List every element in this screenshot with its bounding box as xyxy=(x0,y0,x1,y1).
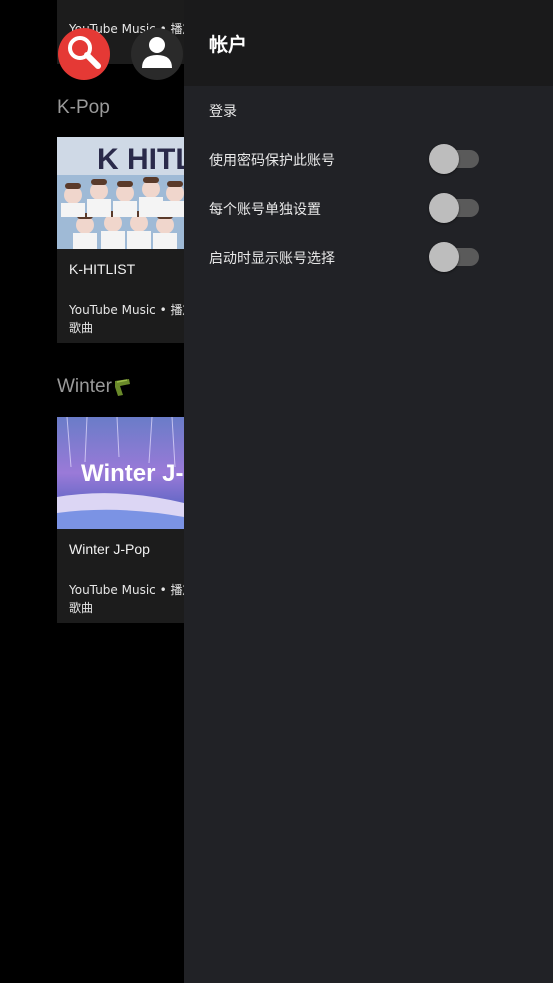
show-account-picker-label: 启动时显示账号选择 xyxy=(209,251,335,267)
card-subtitle: YouTube Music • 播放列 xyxy=(69,303,184,317)
toggle-knob xyxy=(429,193,459,223)
content-behind-drawer: YouTube Music • 播放列 K-Pop K HITL xyxy=(0,0,184,983)
per-account-settings-toggle[interactable] xyxy=(429,191,481,223)
show-account-picker-toggle[interactable] xyxy=(429,240,481,272)
login-item[interactable]: 登录 xyxy=(209,101,237,121)
section-title-winter: Winter xyxy=(57,376,132,398)
per-account-settings-label: 每个账号单独设置 xyxy=(209,202,321,218)
account-drawer: 帐户 登录 使用密码保护此账号 每个账号单独设置 启动时显示账号选择 xyxy=(184,0,553,983)
card-title: K-HITLIST xyxy=(69,261,136,277)
drawer-header: 帐户 xyxy=(184,0,553,86)
card-title: Winter J-Pop xyxy=(69,541,150,557)
search-icon xyxy=(64,32,104,76)
section-title-text: Winter xyxy=(57,376,112,397)
thumb-text: Winter J- xyxy=(81,460,183,487)
thumb-text: K HITL xyxy=(97,143,184,176)
k-hitlist-thumbnail: K HITL xyxy=(57,137,184,249)
drawer-title: 帐户 xyxy=(209,34,248,56)
winter-jpop-thumbnail: Winter J- xyxy=(57,417,184,529)
account-icon xyxy=(137,32,177,76)
password-protect-toggle[interactable] xyxy=(429,142,481,174)
card-subtitle-2: 歌曲 xyxy=(69,601,94,615)
playlist-card-k-hitlist[interactable]: K HITL K-HITLIST YouTube Music • 播放列 歌曲 xyxy=(57,137,184,343)
card-subtitle: YouTube Music • 播放列 xyxy=(69,583,184,597)
toggle-knob xyxy=(429,242,459,272)
toggle-knob xyxy=(429,144,459,174)
card-subtitle-2: 歌曲 xyxy=(69,321,94,335)
section-title-kpop: K-Pop xyxy=(57,97,110,118)
search-button[interactable] xyxy=(58,28,110,80)
playlist-card-winter-jpop[interactable]: Winter J- Winter J-Pop YouTube Music • 播… xyxy=(57,417,184,623)
account-button[interactable] xyxy=(131,28,183,80)
password-protect-label: 使用密码保护此账号 xyxy=(209,153,335,169)
scarf-emoji-icon xyxy=(112,377,132,397)
